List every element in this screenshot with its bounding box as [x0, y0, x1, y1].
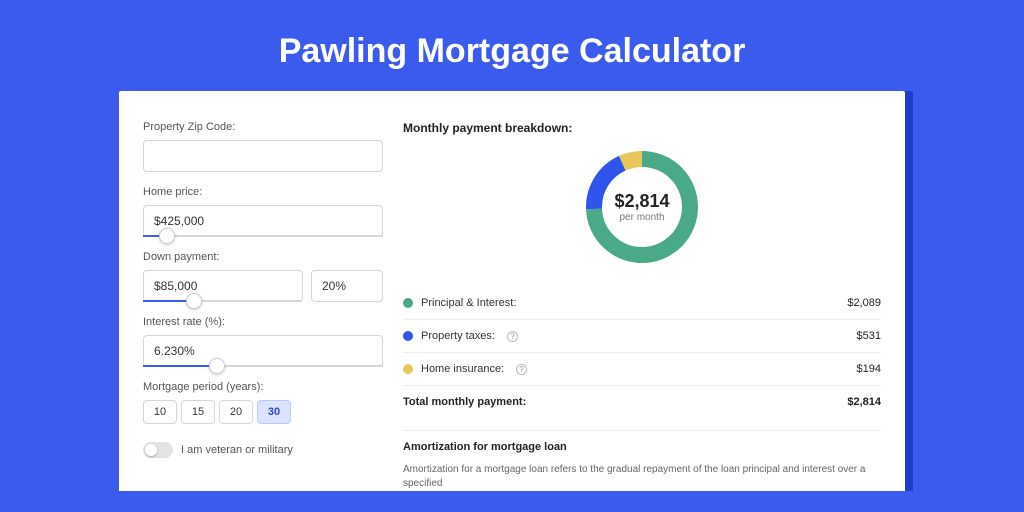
- home-price-slider-thumb[interactable]: [159, 228, 175, 244]
- legend-label: Principal & Interest:: [421, 297, 516, 309]
- home-price-input[interactable]: [143, 205, 383, 237]
- period-buttons: 10 15 20 30: [143, 400, 383, 424]
- total-label: Total monthly payment:: [403, 396, 526, 408]
- calculator-panel: Property Zip Code: Home price: Down paym…: [119, 91, 905, 491]
- veteran-toggle[interactable]: [143, 442, 173, 458]
- down-payment-label: Down payment:: [143, 251, 383, 263]
- info-icon[interactable]: ?: [516, 364, 527, 375]
- donut-center: $2,814 per month: [580, 145, 704, 269]
- period-btn-20[interactable]: 20: [219, 400, 253, 424]
- zip-group: Property Zip Code:: [143, 121, 383, 172]
- breakdown-heading: Monthly payment breakdown:: [403, 121, 881, 135]
- period-group: Mortgage period (years): 10 15 20 30: [143, 381, 383, 424]
- period-btn-15[interactable]: 15: [181, 400, 215, 424]
- legend-value: $531: [857, 330, 881, 342]
- page-title: Pawling Mortgage Calculator: [0, 0, 1024, 91]
- donut-wrap: $2,814 per month: [403, 145, 881, 269]
- interest-slider-thumb[interactable]: [209, 358, 225, 374]
- interest-group: Interest rate (%):: [143, 316, 383, 367]
- down-payment-group: Down payment:: [143, 251, 383, 302]
- down-payment-slider-thumb[interactable]: [186, 293, 202, 309]
- legend-dot: [403, 331, 413, 341]
- period-btn-10[interactable]: 10: [143, 400, 177, 424]
- amort-heading: Amortization for mortgage loan: [403, 430, 881, 453]
- veteran-row: I am veteran or military: [143, 442, 383, 458]
- info-icon[interactable]: ?: [507, 331, 518, 342]
- amort-text: Amortization for a mortgage loan refers …: [403, 463, 881, 491]
- legend-dot: [403, 364, 413, 374]
- home-price-slider[interactable]: [143, 235, 383, 237]
- donut-chart: $2,814 per month: [580, 145, 704, 269]
- interest-input[interactable]: [143, 335, 383, 367]
- legend-row: Home insurance:? $194: [403, 353, 881, 386]
- interest-label: Interest rate (%):: [143, 316, 383, 328]
- legend-dot: [403, 298, 413, 308]
- legend: Principal & Interest: $2,089 Property taxe…: [403, 287, 881, 386]
- donut-amount: $2,814: [614, 191, 669, 212]
- zip-input[interactable]: [143, 140, 383, 172]
- legend-value: $194: [857, 363, 881, 375]
- legend-row: Principal & Interest: $2,089: [403, 287, 881, 320]
- legend-value: $2,089: [847, 297, 881, 309]
- legend-label: Home insurance:: [421, 363, 504, 375]
- home-price-group: Home price:: [143, 186, 383, 237]
- legend-row: Property taxes:? $531: [403, 320, 881, 353]
- down-payment-pct-input[interactable]: [311, 270, 383, 302]
- total-value: $2,814: [847, 396, 881, 408]
- period-btn-30[interactable]: 30: [257, 400, 291, 424]
- donut-sub: per month: [619, 212, 664, 223]
- zip-label: Property Zip Code:: [143, 121, 383, 133]
- total-row: Total monthly payment: $2,814: [403, 386, 881, 422]
- form-column: Property Zip Code: Home price: Down paym…: [143, 121, 383, 491]
- veteran-label: I am veteran or military: [181, 444, 293, 456]
- down-payment-input[interactable]: [143, 270, 303, 302]
- down-payment-slider[interactable]: [143, 300, 301, 302]
- legend-label: Property taxes:: [421, 330, 495, 342]
- interest-slider[interactable]: [143, 365, 383, 367]
- breakdown-column: Monthly payment breakdown: $2,814 per mo…: [403, 121, 881, 491]
- home-price-label: Home price:: [143, 186, 383, 198]
- period-label: Mortgage period (years):: [143, 381, 383, 393]
